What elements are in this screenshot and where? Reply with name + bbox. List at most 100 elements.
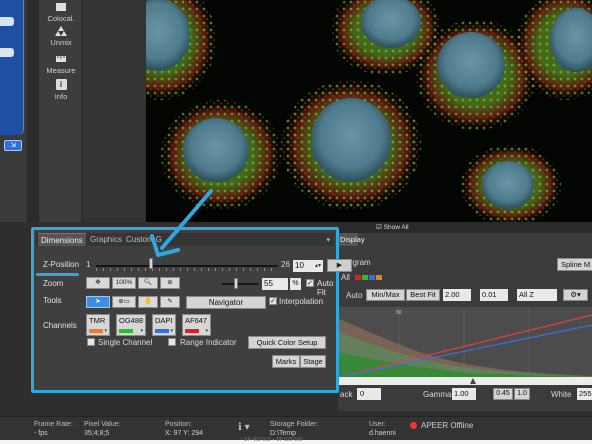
pixel-value: 35;4;8;5	[84, 430, 110, 437]
hand-icon: ✋	[143, 298, 153, 305]
panel-slot[interactable]	[0, 17, 14, 26]
best-fit-value-1[interactable]: 2.00	[443, 289, 471, 301]
histogram-plot[interactable]: 50	[339, 307, 592, 377]
tab-dimensions[interactable]: Dimensions	[38, 233, 86, 246]
black-label: ack	[340, 390, 353, 399]
panel-slot[interactable]	[0, 48, 14, 57]
colocalization-tool[interactable]: Colocal.	[41, 2, 81, 23]
zoom-100-button[interactable]: 100%	[112, 277, 136, 289]
play-button[interactable]: ▶	[327, 259, 352, 272]
interpolation-checkbox[interactable]: ✓	[269, 297, 277, 305]
single-channel-checkbox[interactable]	[87, 338, 95, 346]
apeer-status-label[interactable]: APEER Offline	[421, 421, 473, 430]
channel-dapi-label: DAPI	[155, 316, 173, 325]
marks-button[interactable]: Marks	[272, 355, 300, 368]
best-fit-value-2-text: 0.01	[482, 290, 497, 299]
slider-tick	[124, 268, 125, 271]
range-indicator-label: Range Indicator	[180, 338, 237, 347]
filter-text: ~ BP 463-503 + BP 525-565	[240, 437, 303, 443]
zoom-value-input[interactable]: 55	[262, 278, 288, 290]
show-all-toggle[interactable]: ☑ Show All	[376, 223, 409, 231]
channel-tmr-button[interactable]: TMR ▾	[86, 314, 110, 336]
z-position-value-text: 10	[295, 261, 304, 270]
tab-graphics[interactable]: Graphics	[87, 233, 125, 246]
chevron-down-icon: ▾	[140, 328, 143, 334]
best-fit-button[interactable]: Best Fit	[406, 289, 440, 301]
z-position-min: 1	[86, 260, 91, 269]
spline-mode-button[interactable]: Spline M	[557, 258, 592, 271]
slider-tick	[173, 268, 174, 271]
fit-view-button[interactable]: ✥	[86, 277, 110, 289]
histogram-canvas: 50	[339, 307, 592, 377]
zoom-slider-track[interactable]	[222, 283, 258, 285]
tab-display[interactable]: Display	[338, 233, 365, 246]
pointer-tool-button[interactable]: ➤	[86, 296, 110, 308]
stage-button[interactable]: Stage	[300, 355, 326, 368]
chevron-down-icon: ▾	[205, 328, 208, 334]
pen-icon: ✎	[167, 298, 173, 305]
channel-og488-swatch	[119, 329, 133, 333]
gamma-045-button[interactable]: 0.45	[493, 388, 513, 400]
unmix-tool[interactable]: Unmix	[41, 26, 81, 47]
quick-color-setup-button[interactable]: Quick Color Setup	[248, 336, 326, 349]
channel-og488-button[interactable]: OG488 ▾	[116, 314, 146, 336]
black-value-input[interactable]: 0	[357, 388, 381, 400]
info-tool[interactable]: i Info	[41, 79, 81, 101]
slider-tick	[117, 268, 118, 271]
pan-tool-button[interactable]: ✋	[138, 296, 158, 308]
auto-fit-label: Auto Fit	[317, 279, 334, 297]
zoom-in-button[interactable]: ⊕	[160, 277, 180, 289]
left-sidebar: ⇲	[0, 0, 27, 232]
red-channel-swatch[interactable]	[355, 275, 361, 280]
show-all-label: Show All	[383, 224, 409, 231]
z-position-value-input[interactable]: 10 ▴▾	[293, 260, 323, 272]
slider-tick	[257, 268, 258, 271]
settings-dropdown-button[interactable]: ⚙▾	[563, 289, 588, 301]
unmix-icon	[55, 26, 67, 36]
zoom-slider-thumb[interactable]	[234, 278, 238, 289]
auto-fit-checkbox[interactable]: ✓	[306, 279, 314, 287]
min-max-button[interactable]: Min/Max	[366, 289, 405, 301]
orange-channel-swatch[interactable]	[376, 275, 382, 280]
z-position-max: 26	[281, 260, 290, 269]
microscopy-image[interactable]	[146, 0, 592, 222]
z-position-highlight	[36, 273, 79, 276]
z-position-slider-track[interactable]	[96, 265, 278, 271]
gamma-value-input[interactable]: 1.00	[452, 388, 476, 400]
navigator-button[interactable]: Navigator	[186, 296, 266, 309]
best-fit-value-2[interactable]: 0.01	[480, 289, 508, 301]
pin-button[interactable]: ⇲	[4, 140, 22, 151]
channel-af647-button[interactable]: AF647 ▾	[182, 314, 211, 336]
offline-status-icon	[410, 422, 417, 429]
blue-channel-swatch[interactable]	[369, 275, 375, 280]
channel-dapi-button[interactable]: DAPI ▾	[152, 314, 176, 336]
channel-af647-swatch	[185, 329, 199, 333]
pen-tool-button[interactable]: ✎	[160, 296, 180, 308]
position-status: Position: X: 97 Y: 294	[165, 420, 203, 438]
slider-tick	[215, 268, 216, 271]
slider-tick	[159, 268, 160, 271]
gamma-10-button[interactable]: 1.0	[514, 388, 530, 400]
zoom-region-tool-button[interactable]: ⊕▭	[112, 296, 136, 308]
tab-custom-graphics[interactable]: Custom G	[123, 233, 165, 246]
zoom-out-button[interactable]: 🔍︎	[138, 277, 158, 289]
slider-tick	[145, 268, 146, 271]
white-value-input[interactable]: 255	[577, 388, 592, 400]
slider-tick	[236, 268, 237, 271]
collapse-arrow-icon[interactable]: ▾	[326, 236, 330, 244]
measure-tool[interactable]: Measure	[41, 54, 81, 75]
channel-og488-label: OG488	[119, 316, 144, 325]
zoom-out-icon: 🔍︎	[143, 279, 153, 286]
z-position-slider-thumb[interactable]	[149, 258, 153, 269]
z-select-dropdown[interactable]: All Z	[517, 289, 557, 301]
info-label: Info	[54, 92, 68, 101]
range-indicator-checkbox[interactable]	[168, 338, 176, 346]
dimensions-panel: Dimensions Graphics Custom G ▾ Z-Positio…	[31, 227, 352, 393]
user-status: User: d.haenni	[369, 420, 396, 438]
auto-label: Auto	[346, 291, 363, 300]
info-icon[interactable]: ℹ ▾	[238, 423, 250, 433]
user-label: User:	[369, 421, 386, 428]
green-channel-swatch[interactable]	[362, 275, 368, 280]
cells-layer	[146, 0, 592, 222]
chevron-down-icon: ▾	[104, 328, 107, 334]
